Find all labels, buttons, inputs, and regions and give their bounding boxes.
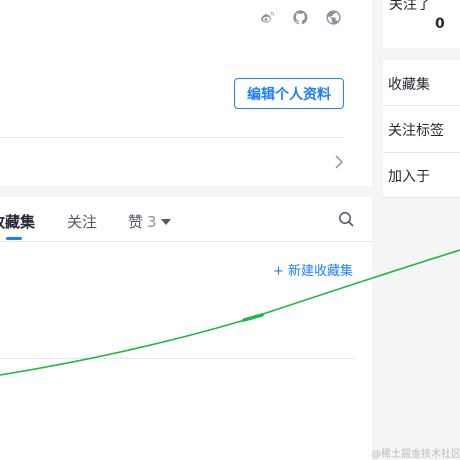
watermark: @稀土掘金技术社区 [371, 449, 460, 460]
divider [383, 105, 460, 106]
new-collection-button[interactable]: + 新建收藏集 [273, 260, 353, 279]
active-tab-indicator [6, 237, 22, 240]
sidebar-list: 收藏集 关注标签 加入于 [383, 60, 460, 198]
github-icon[interactable] [291, 8, 309, 26]
profile-card: 编辑个人资料 [0, 0, 372, 186]
edit-profile-button[interactable]: 编辑个人资料 [234, 78, 344, 109]
content-card: 收藏集 关注 赞3 + 新建收藏集 [0, 197, 372, 460]
follow-stat[interactable]: 关注了 0 [383, 0, 460, 48]
search-icon[interactable] [338, 211, 354, 227]
divider [0, 137, 344, 138]
likes-count: 3 [147, 213, 157, 231]
tab-following[interactable]: 关注 [67, 211, 97, 232]
tab-likes[interactable]: 赞3 [128, 211, 171, 232]
divider [0, 358, 355, 359]
follow-count: 0 [435, 16, 445, 32]
globe-icon[interactable] [324, 8, 342, 26]
tab-collections[interactable]: 收藏集 [0, 211, 35, 232]
caret-down-icon [160, 219, 171, 225]
divider [383, 152, 460, 153]
sidebar-item-collections[interactable]: 收藏集 [388, 74, 430, 94]
tab-label: 赞 [128, 213, 144, 231]
divider [383, 197, 460, 198]
divider [0, 241, 372, 242]
chevron-right-icon[interactable] [334, 154, 346, 170]
social-links [258, 8, 357, 26]
tab-label: 收藏集 [0, 213, 36, 231]
sidebar-item-joined: 加入于 [388, 169, 430, 185]
weibo-icon[interactable] [258, 8, 276, 26]
tab-label: 关注 [67, 213, 98, 231]
sidebar-item-followed-tags[interactable]: 关注标签 [388, 120, 444, 140]
follow-label: 关注了 [389, 0, 431, 13]
